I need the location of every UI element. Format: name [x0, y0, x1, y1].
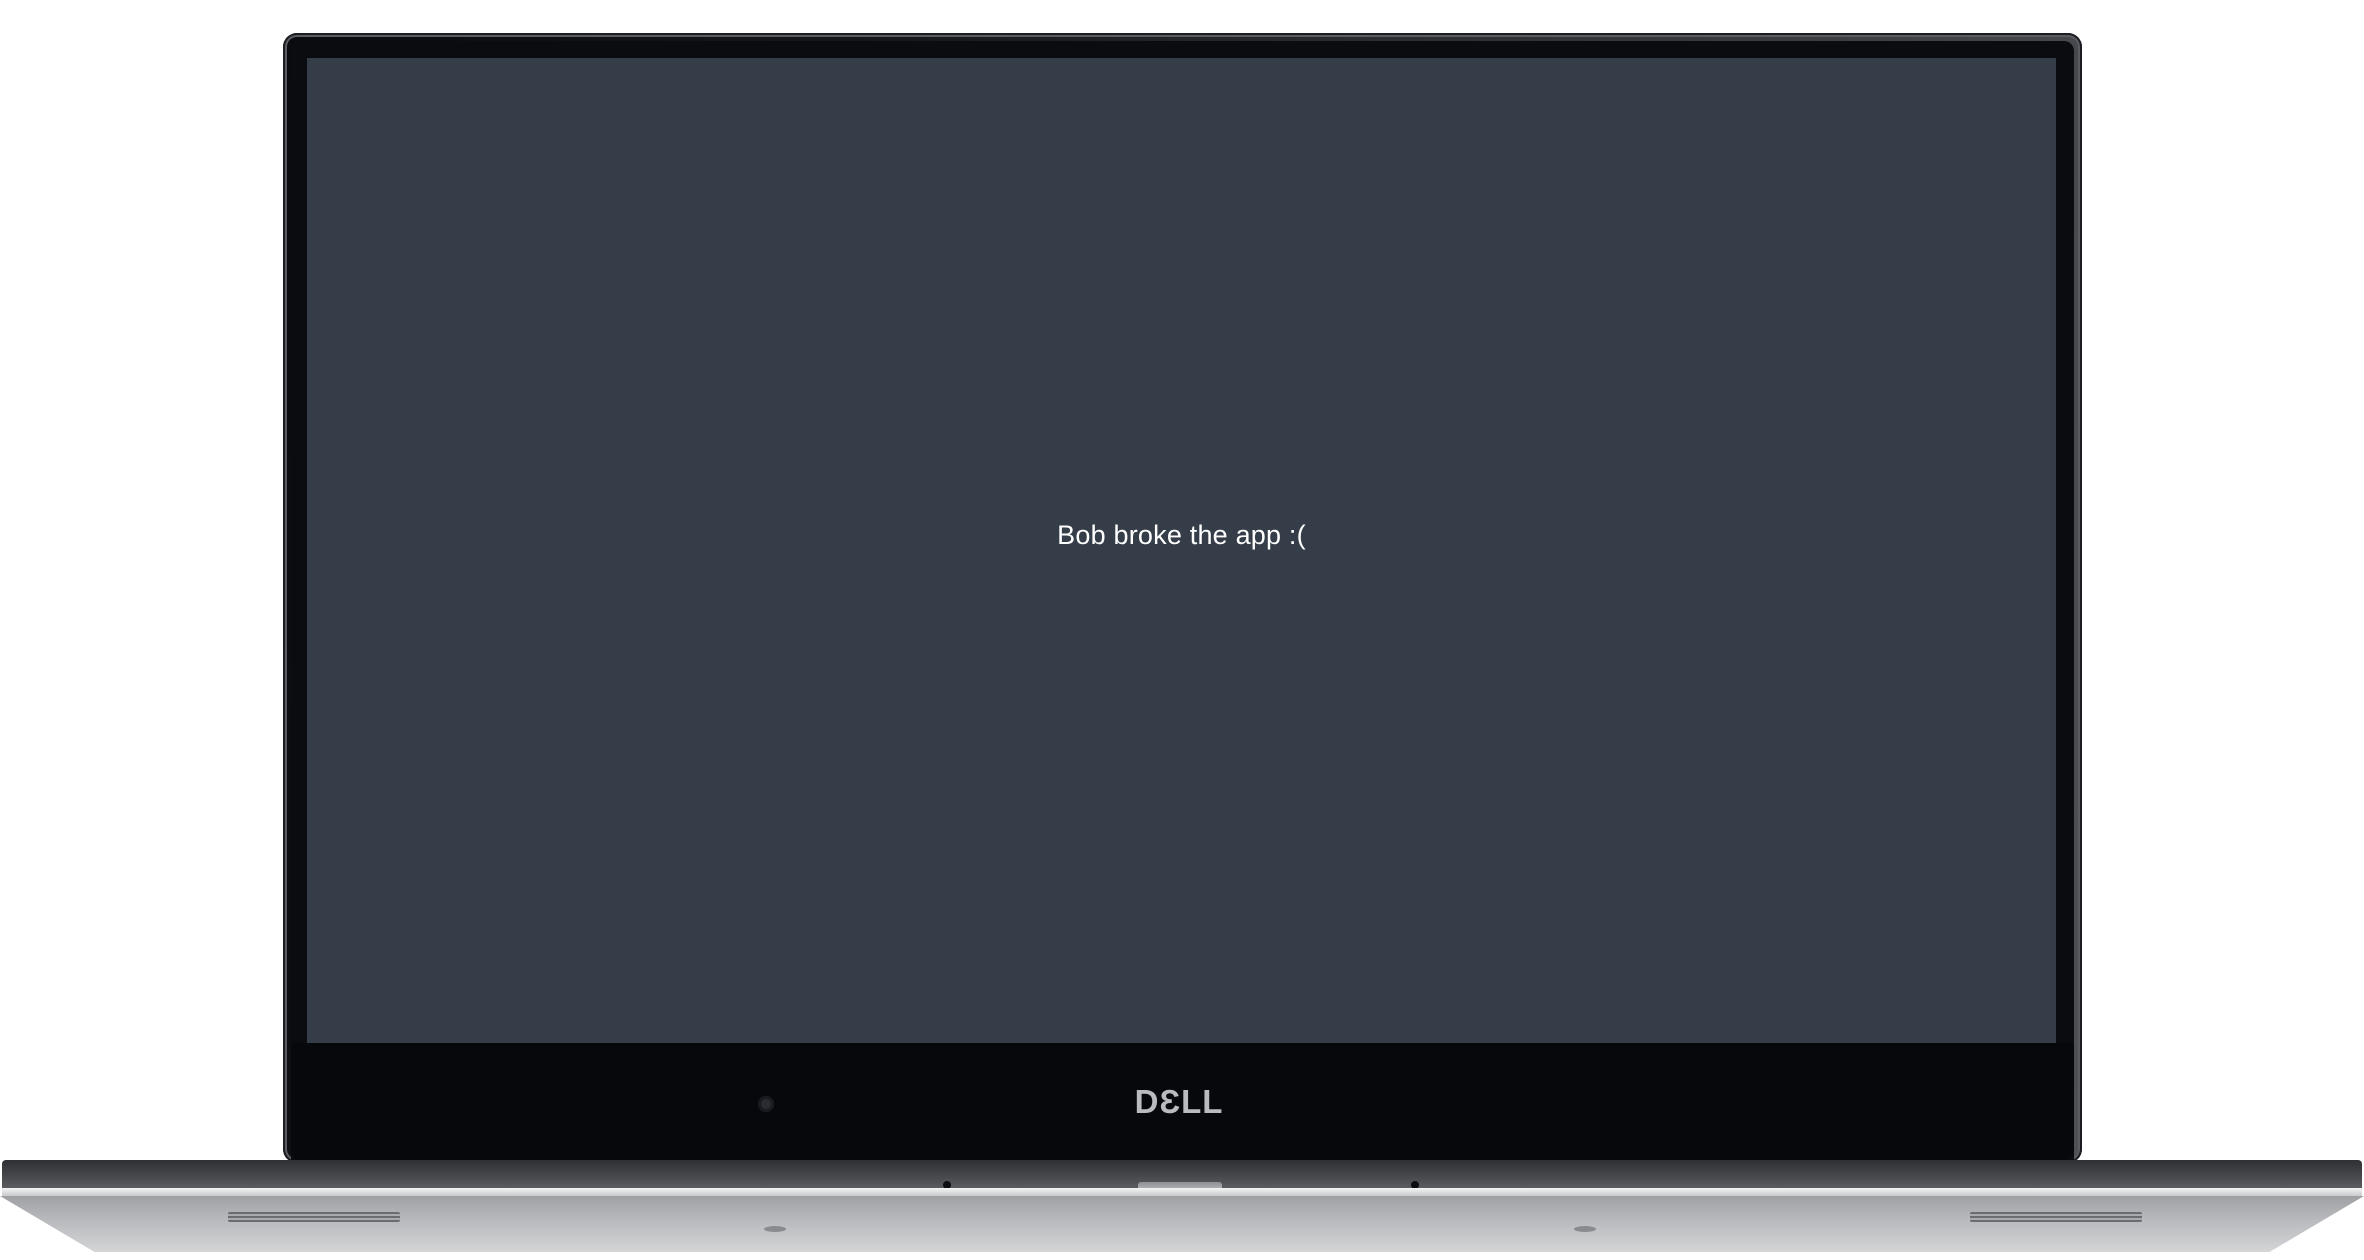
error-message: Bob broke the app :( — [1057, 520, 1306, 550]
laptop-base-bottom — [0, 1196, 2364, 1252]
speaker-grille-left — [228, 1212, 400, 1222]
brand-logo: DƐLL — [1134, 1083, 1224, 1120]
foot-right — [1574, 1226, 1596, 1232]
app-screen: Bob broke the app :( — [307, 58, 2056, 1043]
speaker-grille-right — [1970, 1212, 2142, 1222]
laptop-mockup: Bob broke the app :( DƐLL — [0, 0, 2364, 1260]
laptop-base-edge — [2, 1188, 2362, 1196]
webcam-icon — [758, 1096, 774, 1112]
foot-left — [764, 1226, 786, 1232]
